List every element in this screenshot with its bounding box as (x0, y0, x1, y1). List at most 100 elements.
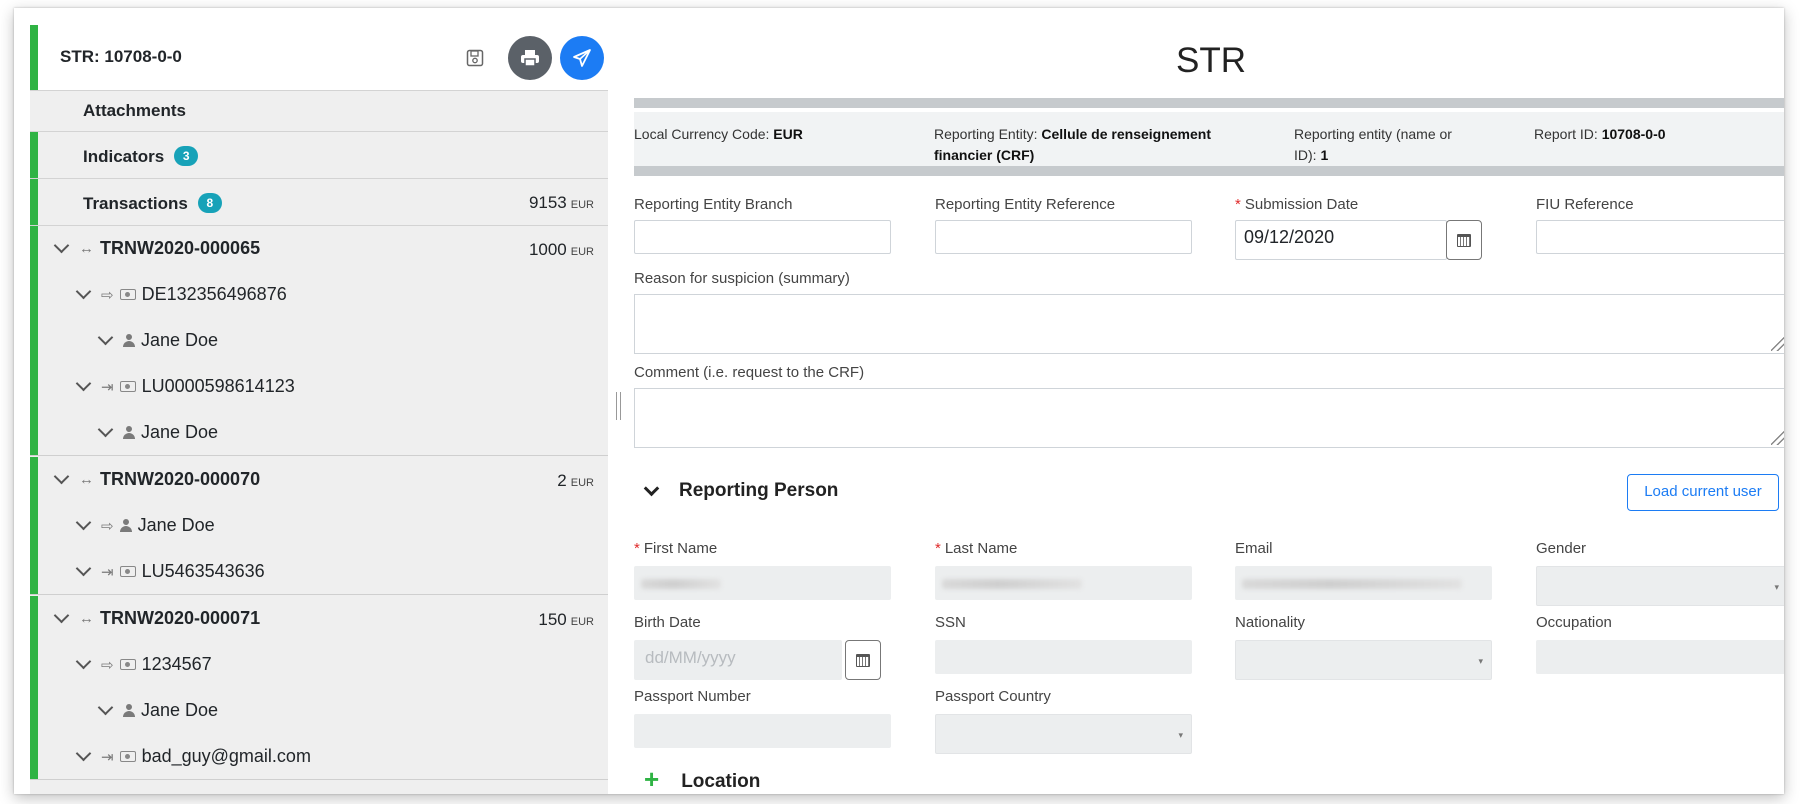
transaction-node[interactable]: ↔ TRNW2020-000071 150 EUR (30, 596, 608, 642)
gender-label: Gender (1536, 540, 1587, 557)
submission-date-label: * Submission Date (1235, 196, 1359, 213)
sign-out-icon: ⇨ (101, 286, 114, 304)
to-account-node[interactable]: ⇥ LU5463543636 (30, 549, 608, 595)
person-node[interactable]: Jane Doe (30, 318, 608, 364)
occupation-label: Occupation (1536, 614, 1612, 631)
submission-date-calendar-button[interactable] (1446, 220, 1482, 260)
tree-item-indicators[interactable]: Indicators 3 (30, 132, 608, 179)
account-number: LU0000598614123 (141, 376, 295, 396)
from-person-node[interactable]: ⇨ Jane Doe (30, 503, 608, 549)
chevron-down-icon[interactable] (53, 607, 70, 624)
chevron-down-icon[interactable] (97, 421, 114, 438)
branch-input[interactable] (634, 220, 891, 254)
ssn-input[interactable] (935, 640, 1192, 674)
reference-input[interactable] (935, 220, 1192, 254)
nationality-select[interactable]: ▾ (1235, 640, 1492, 680)
person-node[interactable]: Jane Doe (30, 410, 608, 456)
page-title: STR (1176, 41, 1246, 80)
printer-icon (521, 50, 539, 67)
chevron-down-icon[interactable] (97, 329, 114, 346)
sign-in-icon: ⇥ (101, 748, 114, 766)
resize-grip-icon[interactable] (1771, 431, 1784, 445)
entity-name-info: Reporting entity (name or ID): 1 (1294, 126, 1452, 163)
chevron-down-icon[interactable] (75, 375, 92, 392)
comment-textarea[interactable] (634, 388, 1784, 448)
first-name-label: * First Name (634, 540, 718, 557)
chevron-down-icon[interactable] (75, 514, 92, 531)
passport-country-select[interactable]: ▾ (935, 714, 1192, 754)
tree-item-transactions[interactable]: Transactions 8 9153 EUR (30, 179, 608, 226)
email-input[interactable] (1235, 566, 1492, 600)
last-name-input[interactable] (935, 566, 1192, 600)
str-form: STR Local Currency Code: EUR Reporting E… (634, 8, 1784, 794)
from-account-node[interactable]: ⇨ 1234567 (30, 642, 608, 688)
comment-label: Comment (i.e. request to the CRF) (634, 364, 865, 381)
chevron-down-icon[interactable] (53, 237, 70, 254)
report-id-info: Report ID: 10708-0-0 (1534, 126, 1666, 142)
sign-out-icon: ⇨ (101, 517, 114, 535)
reporting-person-toggle[interactable]: Reporting Person (634, 480, 838, 502)
transaction-amount: 2 EUR (557, 471, 594, 490)
chevron-down-icon: ▾ (1774, 582, 1779, 592)
divider (634, 98, 1784, 108)
person-node[interactable]: Jane Doe (30, 688, 608, 734)
chevron-down-icon[interactable] (97, 699, 114, 716)
floppy-disk-icon[interactable] (466, 49, 484, 67)
account-number: 1234567 (141, 654, 212, 674)
sign-out-icon: ⇨ (101, 656, 114, 674)
load-current-user-button[interactable]: Load current user (1627, 474, 1779, 511)
transaction-node[interactable]: ↔ TRNW2020-000065 1000 EUR (30, 226, 608, 272)
location-toggle[interactable]: + Location (634, 764, 760, 794)
transactions-label: Transactions 8 (83, 193, 222, 214)
passport-number-input[interactable] (634, 714, 891, 748)
reason-label: Reason for suspicion (summary) (634, 270, 850, 287)
double-arrow-icon: ↔ (79, 240, 94, 257)
redacted-value (641, 579, 721, 589)
account-number: LU5463543636 (141, 561, 265, 581)
report-info-bar: Local Currency Code: EUR Reporting Entit… (634, 112, 1784, 168)
email-label: Email (1235, 540, 1273, 557)
local-currency-info: Local Currency Code: EUR (634, 126, 803, 142)
user-icon (123, 426, 135, 439)
fiu-reference-input[interactable] (1536, 220, 1784, 254)
resize-grip-icon[interactable] (1771, 337, 1784, 351)
submission-date-input[interactable]: 09/12/2020 (1235, 220, 1447, 260)
first-name-input[interactable] (634, 566, 891, 600)
transaction-code: TRNW2020-000065 (100, 238, 261, 258)
transactions-count-badge: 8 (197, 193, 222, 213)
gender-select[interactable]: ▾ (1536, 566, 1784, 606)
reason-textarea[interactable] (634, 294, 1784, 354)
transactions-total: 9153 EUR (528, 193, 594, 212)
user-icon (123, 334, 135, 347)
transaction-code: TRNW2020-000070 (100, 469, 261, 489)
money-bill-icon (119, 566, 136, 577)
submit-report-button[interactable] (560, 36, 604, 80)
birth-date-calendar-button[interactable] (845, 640, 881, 680)
to-account-node[interactable]: ⇥ LU0000598614123 (30, 364, 608, 410)
double-arrow-icon: ↔ (79, 471, 94, 488)
calendar-icon (856, 653, 870, 667)
chevron-down-icon[interactable] (53, 468, 70, 485)
transaction-node[interactable]: ↔ TRNW2020-000070 2 EUR (30, 457, 608, 503)
redacted-value (942, 579, 1082, 589)
user-icon (123, 704, 135, 717)
tree-item-attachments[interactable]: Attachments (30, 91, 608, 132)
to-account-node[interactable]: ⇥ bad_guy@gmail.com (30, 734, 608, 780)
chevron-down-icon[interactable] (75, 745, 92, 762)
print-button[interactable] (508, 36, 552, 80)
birth-date-label: Birth Date (634, 614, 701, 631)
chevron-down-icon: ▾ (1478, 656, 1483, 666)
divider (634, 166, 1784, 176)
passport-country-label: Passport Country (935, 688, 1051, 705)
panel-resize-handle[interactable] (616, 392, 621, 420)
birth-date-input[interactable]: dd/MM/yyyy (634, 640, 842, 680)
chevron-down-icon[interactable] (75, 283, 92, 300)
calendar-icon (1457, 233, 1471, 247)
chevron-down-icon[interactable] (75, 653, 92, 670)
chevron-down-icon[interactable] (75, 560, 92, 577)
indicators-label: Indicators 3 (83, 146, 199, 167)
from-account-node[interactable]: ⇨ DE132356496876 (30, 272, 608, 318)
money-bill-icon (119, 751, 136, 762)
occupation-input[interactable] (1536, 640, 1784, 674)
reference-label: Reporting Entity Reference (935, 196, 1116, 213)
